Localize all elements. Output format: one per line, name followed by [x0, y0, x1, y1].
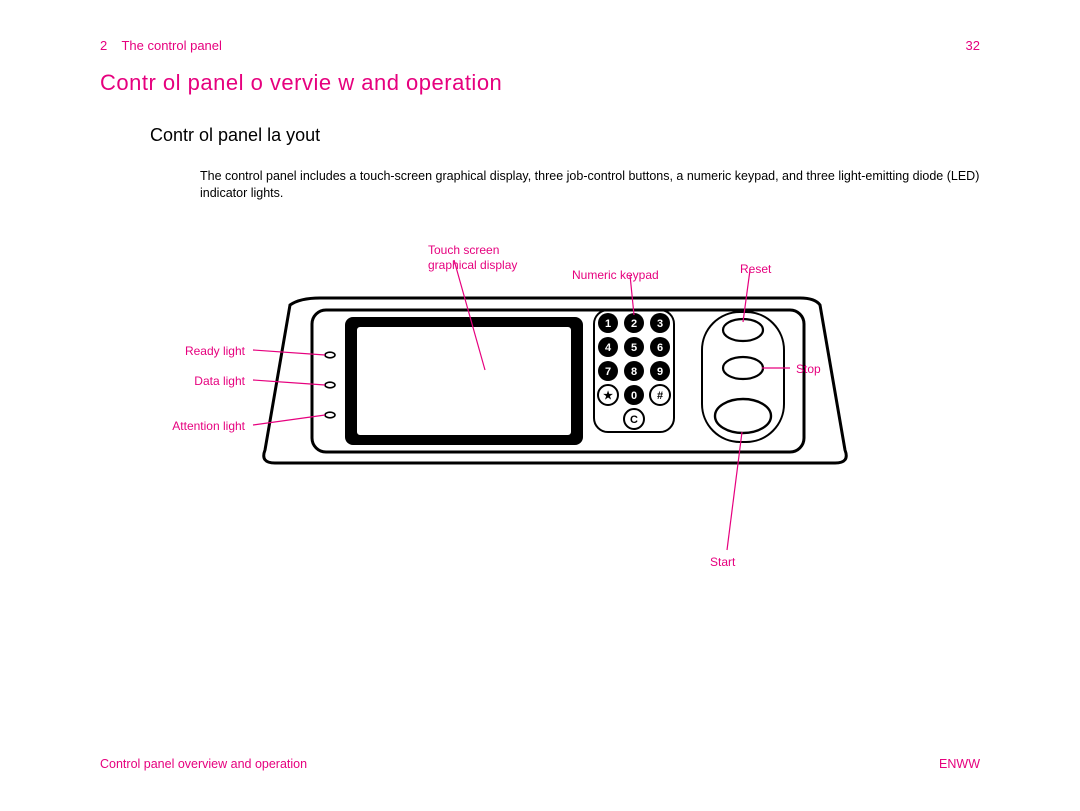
control-panel-diagram: 1 2 3 4 5 6 7 8 9 ★ 0 # C: [230, 220, 910, 600]
chapter-title: The control panel: [121, 38, 221, 53]
footer-right: ENWW: [939, 757, 980, 771]
callout-data-light: Data light: [150, 374, 245, 389]
svg-text:0: 0: [631, 390, 637, 402]
callout-reset: Reset: [740, 262, 771, 277]
page-title: Contr ol panel o vervie w and operation: [100, 70, 502, 96]
footer-left: Control panel overview and operation: [100, 757, 307, 771]
callout-ready-light: Ready light: [150, 344, 245, 359]
svg-text:3: 3: [657, 318, 663, 330]
chapter-number: 2: [100, 38, 107, 53]
svg-text:1: 1: [605, 318, 611, 330]
header-left: 2 The control panel: [100, 38, 222, 53]
svg-text:6: 6: [657, 342, 663, 354]
callout-start: Start: [710, 555, 735, 570]
page-number: 32: [966, 38, 980, 53]
callout-attention-light: Attention light: [150, 419, 245, 434]
svg-text:7: 7: [605, 366, 611, 378]
body-text: The control panel includes a touch-scree…: [200, 168, 980, 202]
svg-text:5: 5: [631, 342, 637, 354]
callout-touchscreen: Touch screen graphical display: [428, 243, 517, 273]
svg-text:8: 8: [631, 366, 637, 378]
svg-text:4: 4: [605, 342, 612, 354]
svg-text:★: ★: [603, 390, 613, 402]
section-title: Contr ol panel la yout: [150, 125, 320, 146]
svg-text:C: C: [630, 414, 638, 426]
svg-text:#: #: [657, 390, 663, 402]
callout-stop: Stop: [796, 362, 821, 377]
svg-text:2: 2: [631, 318, 637, 330]
callout-numeric-keypad: Numeric keypad: [572, 268, 659, 283]
svg-text:9: 9: [657, 366, 663, 378]
